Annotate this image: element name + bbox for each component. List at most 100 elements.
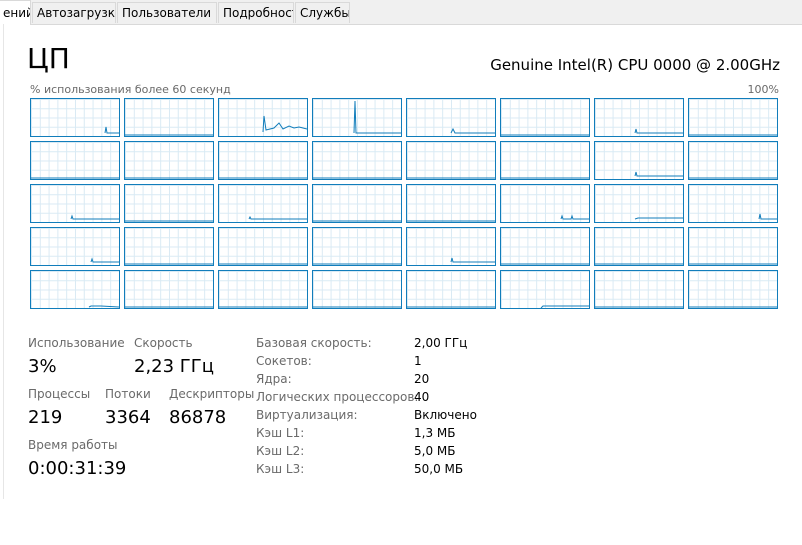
- l2-cache-label: Кэш L2:: [256, 444, 305, 458]
- threads-value: 3364: [105, 407, 151, 428]
- cpu-graph-cell[interactable]: [124, 184, 214, 223]
- tab-details[interactable]: Подробности: [218, 2, 294, 23]
- cpu-graph-cell[interactable]: [312, 98, 402, 137]
- cpu-graph-cell[interactable]: [406, 184, 496, 223]
- cpu-graph-cell[interactable]: [124, 141, 214, 180]
- cpu-graph-cell[interactable]: [688, 141, 778, 180]
- cpu-graph-trace: [689, 263, 777, 265]
- tab-performance[interactable]: ений: [0, 0, 31, 25]
- cpu-graph-cell[interactable]: [218, 270, 308, 309]
- l1-cache-label: Кэш L1:: [256, 426, 305, 440]
- tab-users[interactable]: Пользователи: [117, 2, 217, 23]
- cpu-graph-cell[interactable]: [30, 141, 120, 180]
- graph-caption: % использования более 60 секунд: [30, 83, 231, 96]
- cpu-graph-cell[interactable]: [500, 141, 590, 180]
- l3-cache-value: 50,0 МБ: [414, 462, 464, 476]
- cpu-usage-line: [450, 127, 495, 134]
- cpu-graph-trace: [450, 257, 495, 263]
- cpu-usage-line: [353, 100, 401, 134]
- l1-cache-value: 1,3 МБ: [414, 426, 456, 440]
- cpu-graph-cell[interactable]: [312, 270, 402, 309]
- cpu-graph-cell[interactable]: [500, 98, 590, 137]
- tab-startup[interactable]: Автозагрузка: [32, 2, 116, 23]
- cpu-graph-cell[interactable]: [594, 141, 684, 180]
- cpu-usage-line: [634, 171, 683, 177]
- base-speed-label: Базовая скорость:: [256, 336, 372, 350]
- cpu-graph-trace: [634, 171, 683, 177]
- cpu-graph-trace: [407, 220, 495, 222]
- cpu-graph-cell[interactable]: [406, 98, 496, 137]
- cpu-graph-cell[interactable]: [406, 141, 496, 180]
- cpu-graph-cell[interactable]: [500, 184, 590, 223]
- cpu-usage-line: [88, 305, 119, 308]
- handles-label: Дескрипторы: [169, 387, 255, 401]
- cpu-graph-cell[interactable]: [312, 184, 402, 223]
- virtualization-value: Включено: [414, 408, 477, 422]
- cpu-graph-trace: [501, 263, 589, 265]
- tab-services[interactable]: Службы: [295, 2, 350, 23]
- speed-label: Скорость: [134, 336, 193, 350]
- cpu-graph-trace: [540, 305, 589, 308]
- cpu-graph-trace: [125, 220, 213, 222]
- cpu-graph-cell[interactable]: [688, 98, 778, 137]
- cpu-usage-line: [70, 214, 119, 220]
- cpu-graph-cell[interactable]: [30, 227, 120, 266]
- cpu-graph-trace: [248, 215, 307, 220]
- cpu-usage-line: [758, 213, 777, 220]
- cpu-graph-cell[interactable]: [218, 184, 308, 223]
- cpu-graph-trace: [595, 263, 683, 265]
- cpu-graph-cell[interactable]: [30, 270, 120, 309]
- cpu-graph-cell[interactable]: [688, 270, 778, 309]
- cpu-graph-cell[interactable]: [594, 184, 684, 223]
- cpu-graph-trace: [70, 214, 119, 220]
- cpu-graph-cell[interactable]: [30, 98, 120, 137]
- cpu-graph-trace: [689, 134, 777, 136]
- cpu-graph-cell[interactable]: [218, 98, 308, 137]
- processes-label: Процессы: [28, 387, 91, 401]
- cpu-graph-cell[interactable]: [594, 98, 684, 137]
- processes-value: 219: [28, 407, 63, 428]
- l2-cache-value: 5,0 МБ: [414, 444, 456, 458]
- cpu-graph-cell[interactable]: [124, 270, 214, 309]
- cpu-graph-cell[interactable]: [30, 184, 120, 223]
- cores-value: 20: [414, 372, 430, 386]
- cpu-graph-cell[interactable]: [218, 227, 308, 266]
- cpu-graph-trace: [313, 263, 401, 265]
- cpu-usage-line: [540, 305, 589, 308]
- cpu-graph-cell[interactable]: [124, 98, 214, 137]
- cpu-graph-cell[interactable]: [688, 184, 778, 223]
- cpu-graph-trace: [560, 214, 589, 220]
- sockets-value: 1: [414, 354, 422, 368]
- cpu-graph-cell[interactable]: [218, 141, 308, 180]
- cpu-graph-trace: [501, 134, 589, 136]
- cpu-graph-trace: [634, 128, 683, 134]
- cpu-graph-cell[interactable]: [500, 270, 590, 309]
- cpu-usage-line: [104, 126, 119, 134]
- cpu-usage-line: [560, 214, 589, 220]
- cpu-graph-trace: [88, 305, 119, 308]
- cpu-graph-trace: [634, 217, 683, 220]
- cpu-graph-cell[interactable]: [594, 227, 684, 266]
- cpu-graph-trace: [90, 257, 119, 263]
- cpu-graph-trace: [595, 306, 683, 308]
- cpu-graph-cell[interactable]: [312, 227, 402, 266]
- cpu-graph-cell[interactable]: [312, 141, 402, 180]
- cpu-graph-trace: [219, 177, 307, 179]
- cpu-graph-trace: [125, 306, 213, 308]
- cpu-graph-cell[interactable]: [500, 227, 590, 266]
- tab-bar: ений Автозагрузка Пользователи Подробнос…: [0, 0, 802, 25]
- cpu-graph-trace: [501, 177, 589, 179]
- cpu-graph-cell[interactable]: [594, 270, 684, 309]
- cpu-graph-cell[interactable]: [124, 227, 214, 266]
- utilization-value: 3%: [28, 356, 57, 377]
- cpu-graph-trace: [313, 177, 401, 179]
- cpu-graph-cell[interactable]: [688, 227, 778, 266]
- speed-value: 2,23 ГГц: [134, 356, 215, 377]
- cpu-graph-trace: [31, 177, 119, 179]
- cpu-usage-line: [248, 215, 307, 220]
- cpu-graph-trace: [407, 177, 495, 179]
- graph-max-label: 100%: [747, 83, 779, 96]
- cpu-graph-trace: [125, 177, 213, 179]
- cpu-graph-cell[interactable]: [406, 227, 496, 266]
- cpu-graph-cell[interactable]: [406, 270, 496, 309]
